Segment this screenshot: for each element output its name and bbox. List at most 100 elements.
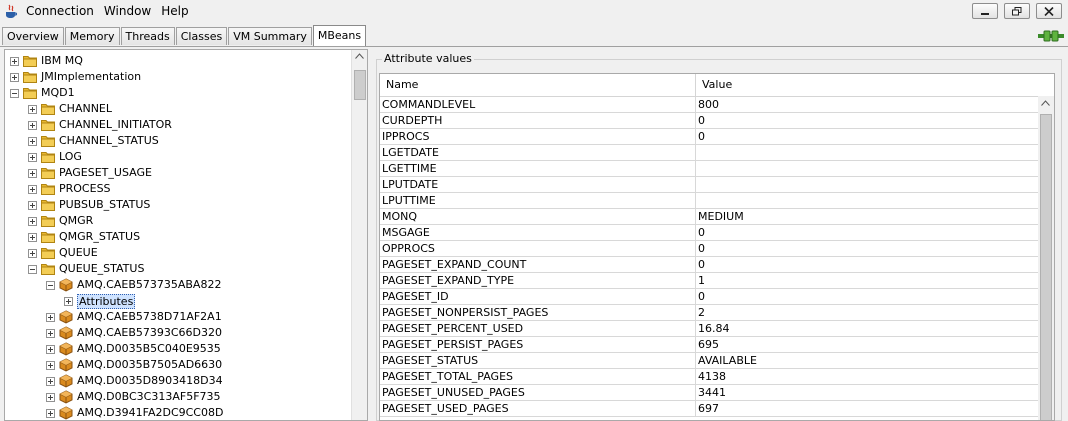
expand-icon[interactable] bbox=[46, 329, 55, 338]
column-header-name[interactable]: Name bbox=[380, 74, 696, 96]
attribute-value-cell[interactable]: 0 bbox=[696, 257, 1038, 273]
tree-node[interactable]: QUEUE_STATUS bbox=[5, 261, 345, 277]
collapse-icon[interactable] bbox=[28, 265, 37, 274]
table-row[interactable]: OPPROCS 0 bbox=[380, 241, 1038, 257]
connection-status-icon[interactable] bbox=[1038, 28, 1064, 44]
attribute-value-cell[interactable]: 0 bbox=[696, 241, 1038, 257]
tree-node[interactable]: CHANNEL_INITIATOR bbox=[5, 117, 345, 133]
tree-node[interactable]: CHANNEL bbox=[5, 101, 345, 117]
tab-overview[interactable]: Overview bbox=[2, 27, 64, 45]
tree-node[interactable]: AMQ.CAEB57393C66D320 bbox=[5, 325, 345, 341]
attribute-value-cell[interactable]: 695 bbox=[696, 337, 1038, 353]
tree-node[interactable]: PAGESET_USAGE bbox=[5, 165, 345, 181]
attribute-value-cell[interactable]: 697 bbox=[696, 401, 1038, 417]
expand-icon[interactable] bbox=[46, 345, 55, 354]
expand-icon[interactable] bbox=[28, 217, 37, 226]
expand-icon[interactable] bbox=[28, 249, 37, 258]
tree-node[interactable]: AMQ.D0BC3C313AF5F735 bbox=[5, 389, 345, 405]
table-row[interactable]: PAGESET_TOTAL_PAGES 4138 bbox=[380, 369, 1038, 385]
attribute-value-cell[interactable]: 800 bbox=[696, 97, 1038, 113]
attribute-table[interactable]: Name Value COMMANDLEVEL 800 CURDEPTH 0 IPPRO… bbox=[379, 73, 1055, 421]
expand-icon[interactable] bbox=[28, 153, 37, 162]
expand-icon[interactable] bbox=[28, 169, 37, 178]
attribute-value-cell[interactable] bbox=[696, 161, 1038, 177]
tree-node[interactable]: Attributes bbox=[5, 293, 345, 309]
expand-icon[interactable] bbox=[46, 377, 55, 386]
column-header-value[interactable]: Value bbox=[696, 74, 1036, 96]
expand-icon[interactable] bbox=[28, 121, 37, 130]
expand-icon[interactable] bbox=[28, 201, 37, 210]
tab-mbeans[interactable]: MBeans bbox=[312, 25, 367, 46]
attribute-value-cell[interactable]: 0 bbox=[696, 113, 1038, 129]
tree-node[interactable]: QMGR bbox=[5, 213, 345, 229]
expand-icon[interactable] bbox=[64, 297, 73, 306]
tree-node[interactable]: AMQ.CAEB5738D71AF2A1 bbox=[5, 309, 345, 325]
table-row[interactable]: LGETDATE bbox=[380, 145, 1038, 161]
menu-help[interactable]: Help bbox=[161, 4, 194, 18]
attribute-value-cell[interactable]: 1 bbox=[696, 273, 1038, 289]
table-row[interactable]: LPUTDATE bbox=[380, 177, 1038, 193]
collapse-icon[interactable] bbox=[46, 281, 55, 290]
attribute-value-cell[interactable]: 0 bbox=[696, 129, 1038, 145]
collapse-icon[interactable] bbox=[10, 89, 19, 98]
attribute-value-cell[interactable]: AVAILABLE bbox=[696, 353, 1038, 369]
tree-node[interactable]: QMGR_STATUS bbox=[5, 229, 345, 245]
expand-icon[interactable] bbox=[46, 313, 55, 322]
table-row[interactable]: PAGESET_PERCENT_USED 16.84 bbox=[380, 321, 1038, 337]
tab-memory[interactable]: Memory bbox=[64, 27, 120, 45]
tree-node[interactable]: QUEUE bbox=[5, 245, 345, 261]
table-row[interactable]: COMMANDLEVEL 800 bbox=[380, 97, 1038, 113]
table-row[interactable]: LGETTIME bbox=[380, 161, 1038, 177]
mbean-tree[interactable]: IBM MQ JMImplementation MQD1 CHANNEL CHANNEL… bbox=[4, 49, 368, 421]
minimize-button[interactable] bbox=[972, 3, 998, 19]
tree-node[interactable]: LOG bbox=[5, 149, 345, 165]
expand-icon[interactable] bbox=[46, 409, 55, 418]
table-scroll-thumb[interactable] bbox=[1040, 114, 1052, 420]
table-row[interactable]: PAGESET_USED_PAGES 697 bbox=[380, 401, 1038, 417]
table-row[interactable]: PAGESET_UNUSED_PAGES 3441 bbox=[380, 385, 1038, 401]
table-row[interactable]: PAGESET_NONPERSIST_PAGES 2 bbox=[380, 305, 1038, 321]
tree-node[interactable]: AMQ.D0035B5C040E9535 bbox=[5, 341, 345, 357]
expand-icon[interactable] bbox=[10, 57, 19, 66]
menu-window[interactable]: Window bbox=[104, 4, 157, 18]
table-scrollbar[interactable] bbox=[1038, 96, 1054, 420]
close-button[interactable] bbox=[1036, 3, 1062, 19]
tree-node[interactable]: JMImplementation bbox=[5, 69, 345, 85]
table-row[interactable]: PAGESET_PERSIST_PAGES 695 bbox=[380, 337, 1038, 353]
tree-node[interactable]: IBM MQ bbox=[5, 53, 345, 69]
expand-icon[interactable] bbox=[28, 185, 37, 194]
attribute-value-cell[interactable]: 4138 bbox=[696, 369, 1038, 385]
table-row[interactable]: PAGESET_STATUS AVAILABLE bbox=[380, 353, 1038, 369]
expand-icon[interactable] bbox=[28, 137, 37, 146]
table-row[interactable]: PAGESET_EXPAND_TYPE 1 bbox=[380, 273, 1038, 289]
tree-node[interactable]: AMQ.CAEB573735ABA822 bbox=[5, 277, 345, 293]
tree-node[interactable]: PROCESS bbox=[5, 181, 345, 197]
table-row[interactable]: MSGAGE 0 bbox=[380, 225, 1038, 241]
tree-node[interactable]: CHANNEL_STATUS bbox=[5, 133, 345, 149]
attribute-value-cell[interactable] bbox=[696, 145, 1038, 161]
table-row[interactable]: MONQ MEDIUM bbox=[380, 209, 1038, 225]
tree-scrollbar[interactable] bbox=[351, 50, 367, 420]
tree-node[interactable]: AMQ.D0035D8903418D34 bbox=[5, 373, 345, 389]
attribute-value-cell[interactable]: 16.84 bbox=[696, 321, 1038, 337]
tree-node[interactable]: AMQ.D3941FA2DC9CC08D bbox=[5, 405, 345, 420]
expand-icon[interactable] bbox=[28, 105, 37, 114]
expand-icon[interactable] bbox=[28, 233, 37, 242]
attribute-value-cell[interactable] bbox=[696, 177, 1038, 193]
tree-node[interactable]: MQD1 bbox=[5, 85, 345, 101]
tree-node[interactable]: AMQ.D0035B7505AD6630 bbox=[5, 357, 345, 373]
tree-node[interactable]: PUBSUB_STATUS bbox=[5, 197, 345, 213]
menu-connection[interactable]: Connection bbox=[26, 4, 100, 18]
table-row[interactable]: IPPROCS 0 bbox=[380, 129, 1038, 145]
tree-scroll-thumb[interactable] bbox=[354, 70, 366, 100]
restore-button[interactable] bbox=[1004, 3, 1030, 19]
attribute-value-cell[interactable]: 3441 bbox=[696, 385, 1038, 401]
tab-threads[interactable]: Threads bbox=[120, 27, 175, 45]
table-row[interactable]: PAGESET_EXPAND_COUNT 0 bbox=[380, 257, 1038, 273]
attribute-value-cell[interactable]: MEDIUM bbox=[696, 209, 1038, 225]
table-row[interactable]: CURDEPTH 0 bbox=[380, 113, 1038, 129]
expand-icon[interactable] bbox=[10, 73, 19, 82]
attribute-value-cell[interactable] bbox=[696, 193, 1038, 209]
attribute-value-cell[interactable]: 2 bbox=[696, 305, 1038, 321]
scroll-up-icon[interactable] bbox=[355, 53, 364, 59]
